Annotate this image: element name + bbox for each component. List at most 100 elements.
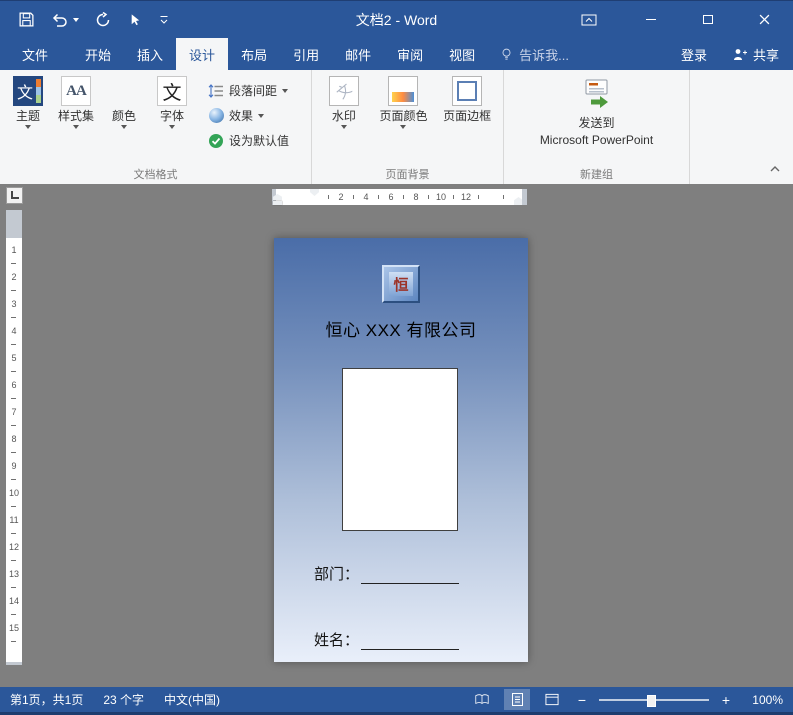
paragraph-spacing-label: 段落间距 [229, 84, 278, 98]
themes-icon: 文 [13, 76, 43, 106]
dropdown-caret [73, 125, 79, 129]
dropdown-caret [121, 125, 127, 129]
set-default-button[interactable]: 设为默认值 [204, 130, 293, 151]
page-info[interactable]: 第1页，共1页 [10, 691, 83, 708]
person-icon [733, 48, 747, 60]
save-icon [19, 12, 34, 27]
ruler-number: 2 [11, 272, 17, 282]
maximize-icon [702, 15, 713, 24]
effects-label: 效果 [229, 109, 254, 123]
tab-stop-selector[interactable] [6, 187, 23, 204]
page-borders-icon [452, 76, 483, 106]
ruler-number: 4 [363, 192, 369, 202]
group-doc-format: 文 主题 AA 样式集 颜色 文 字体 段落间距 效果 设为默认值 文档格式 [0, 70, 312, 184]
share-button[interactable]: 共享 [719, 38, 793, 70]
page-borders-button[interactable]: 页面边框 [436, 74, 498, 125]
web-layout-button[interactable] [539, 689, 565, 710]
tab-file[interactable]: 文件 [6, 38, 64, 70]
colors-button[interactable]: 颜色 [100, 74, 148, 131]
ribbon-tab-bar: 文件 开始 插入 设计 布局 引用 邮件 审阅 视图 告诉我... 登录 共享 [0, 38, 793, 70]
tab-view[interactable]: 视图 [436, 38, 488, 70]
fonts-label: 字体 [159, 109, 184, 123]
ribbon-display-options-button[interactable] [568, 1, 610, 38]
document-page[interactable]: 恒 恒心 XXX 有限公司 部门： 姓名： [274, 238, 528, 662]
tab-design[interactable]: 设计 [176, 38, 229, 70]
watermark-label: 水印 [331, 109, 356, 123]
sign-in-label: 登录 [680, 47, 707, 63]
dropdown-caret [340, 125, 347, 129]
tab-insert[interactable]: 插入 [124, 38, 176, 70]
tab-review[interactable]: 审阅 [384, 38, 436, 70]
vertical-ruler[interactable]: 1 2 3 4 5 6 7 8 9 10 11 12 13 14 15 [6, 210, 22, 665]
collapse-ribbon-button[interactable] [767, 159, 783, 178]
window-controls [568, 1, 793, 38]
name-row[interactable]: 姓名： [314, 629, 460, 650]
quick-access-toolbar [12, 1, 176, 38]
fonts-button[interactable]: 文 字体 [148, 74, 196, 131]
dropdown-caret [400, 125, 407, 129]
send-to-powerpoint-label-1: 发送到 [578, 116, 615, 130]
zoom-slider-thumb[interactable] [647, 694, 657, 707]
dropdown-caret [25, 125, 31, 129]
tab-layout[interactable]: 布局 [228, 38, 280, 70]
print-layout-button[interactable] [504, 689, 530, 710]
right-indent-marker[interactable] [514, 197, 523, 205]
customize-qat-button[interactable] [152, 11, 176, 29]
effects-icon [208, 108, 224, 124]
tab-home[interactable]: 开始 [72, 38, 124, 70]
sign-in-button[interactable]: 登录 [669, 38, 719, 70]
company-logo[interactable]: 恒 [382, 265, 420, 303]
repeat-button[interactable] [89, 9, 117, 31]
themes-button[interactable]: 文 主题 [4, 74, 52, 131]
themes-label: 主题 [15, 109, 40, 123]
dropdown-caret [258, 113, 265, 118]
style-set-button[interactable]: AA 样式集 [52, 74, 100, 131]
minimize-button[interactable] [622, 1, 679, 38]
ruler-number: 6 [388, 192, 394, 202]
ruler-number: 8 [413, 192, 419, 202]
company-name[interactable]: 恒心 XXX 有限公司 [274, 316, 528, 341]
page-color-button[interactable]: 页面颜色 [372, 74, 434, 131]
close-button[interactable] [736, 1, 793, 38]
department-row[interactable]: 部门： [314, 563, 460, 584]
ruler-number: 9 [11, 461, 17, 471]
watermark-button[interactable]: 文 水印 [317, 74, 371, 131]
dropdown-caret [169, 125, 175, 129]
left-indent-marker[interactable] [273, 194, 282, 205]
tell-me-button[interactable]: 告诉我... [488, 38, 581, 70]
minimize-icon [645, 19, 656, 20]
zoom-slider[interactable] [599, 694, 709, 707]
tab-mailings[interactable]: 邮件 [332, 38, 384, 70]
save-button[interactable] [12, 8, 41, 31]
zoom-out-button[interactable]: − [574, 692, 590, 708]
paragraph-spacing-button[interactable]: 段落间距 [204, 80, 292, 101]
photo-placeholder[interactable] [342, 368, 458, 531]
group-label-doc-format: 文档格式 [133, 169, 178, 181]
ruler-ticks [11, 263, 16, 642]
read-mode-button[interactable] [469, 689, 495, 710]
word-count[interactable]: 23 个字 [103, 691, 144, 708]
effects-button[interactable]: 效果 [204, 105, 268, 126]
ruler-number: 10 [8, 488, 19, 498]
language-status[interactable]: 中文(中国) [164, 691, 220, 708]
department-blank-line [361, 566, 460, 584]
tab-references[interactable]: 引用 [280, 38, 332, 70]
print-layout-icon [511, 693, 523, 706]
page-color-label: 页面颜色 [379, 109, 428, 123]
ruler-number: 14 [8, 596, 19, 606]
zoom-in-button[interactable]: + [718, 692, 734, 708]
send-to-powerpoint-label-2: Microsoft PowerPoint [539, 133, 654, 147]
horizontal-ruler[interactable]: 2 4 6 8 10 12 [272, 189, 527, 205]
maximize-button[interactable] [679, 1, 736, 38]
touch-mouse-mode-button[interactable] [121, 9, 148, 31]
send-to-powerpoint-button[interactable]: 发送到 Microsoft PowerPoint [511, 74, 683, 148]
undo-button[interactable] [45, 9, 85, 31]
ruler-number: 11 [9, 515, 19, 525]
tell-me-label: 告诉我... [519, 47, 569, 63]
zoom-level[interactable]: 100% [743, 693, 783, 707]
send-to-powerpoint-icon [580, 78, 614, 110]
first-line-indent-marker[interactable] [310, 189, 319, 196]
ruler-number: 10 [435, 192, 447, 202]
dropdown-caret [282, 88, 289, 93]
read-mode-icon [475, 694, 489, 705]
